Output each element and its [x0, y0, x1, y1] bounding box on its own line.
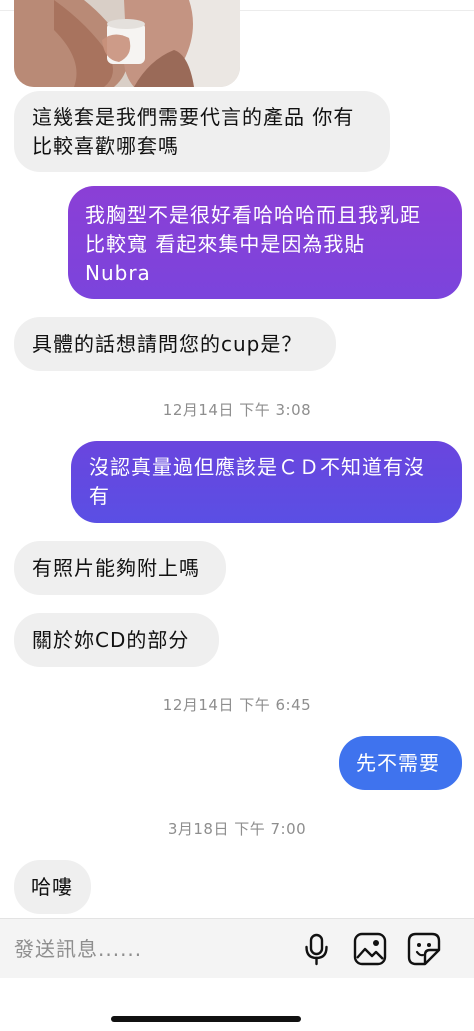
home-indicator[interactable] [111, 1016, 301, 1022]
message-sent[interactable]: 我胸型不是很好看哈哈哈而且我乳距 比較寬 看起來集中是因為我貼 Nubra [68, 186, 462, 299]
message-composer: 發送訊息...... [0, 918, 474, 978]
message-line: 先不需要 [356, 751, 440, 775]
message-received[interactable]: 哈嘍 [14, 860, 91, 914]
message-received[interactable]: 這幾套是我們需要代言的產品 你有 比較喜歡哪套嗎 [14, 91, 390, 172]
microphone-icon[interactable] [299, 931, 335, 967]
message-received[interactable]: 具體的話想請問您的cup是？ [14, 317, 336, 371]
sticker-icon[interactable] [406, 931, 442, 967]
shared-photo[interactable] [14, 0, 240, 87]
message-line: 比較喜歡哪套嗎 [32, 134, 179, 158]
message-line: Nubra [85, 261, 151, 285]
timestamp: 12月14日 下午 3:08 [162, 401, 312, 419]
message-line: 比較寬 看起來集中是因為我貼 [85, 232, 366, 256]
message-line: 我胸型不是很好看哈哈哈而且我乳距 [85, 203, 421, 227]
chat-screen: 這幾套是我們需要代言的產品 你有 比較喜歡哪套嗎 我胸型不是很好看哈哈哈而且我乳… [0, 0, 474, 1031]
message-input[interactable]: 發送訊息...... [14, 936, 142, 962]
message-line: 有 [89, 484, 110, 508]
message-line: 哈嘍 [31, 875, 73, 899]
timestamp: 12月14日 下午 6:45 [162, 696, 312, 714]
photo-image [14, 0, 240, 87]
message-line: 沒認真量過但應該是ＣＤ不知道有沒 [89, 455, 425, 479]
timestamp: 3月18日 下午 7:00 [167, 820, 307, 838]
message-received[interactable]: 有照片能夠附上嗎 [14, 541, 226, 595]
message-line: 有照片能夠附上嗎 [32, 556, 200, 580]
message-sent[interactable]: 先不需要 [339, 736, 462, 790]
message-received[interactable]: 關於妳CD的部分 [14, 613, 219, 667]
message-line: 這幾套是我們需要代言的產品 你有 [32, 105, 355, 129]
image-icon[interactable] [352, 931, 388, 967]
message-line: 關於妳CD的部分 [32, 628, 190, 652]
message-sent[interactable]: 沒認真量過但應該是ＣＤ不知道有沒 有 [71, 441, 462, 523]
message-line: 具體的話想請問您的cup是？ [32, 332, 303, 356]
